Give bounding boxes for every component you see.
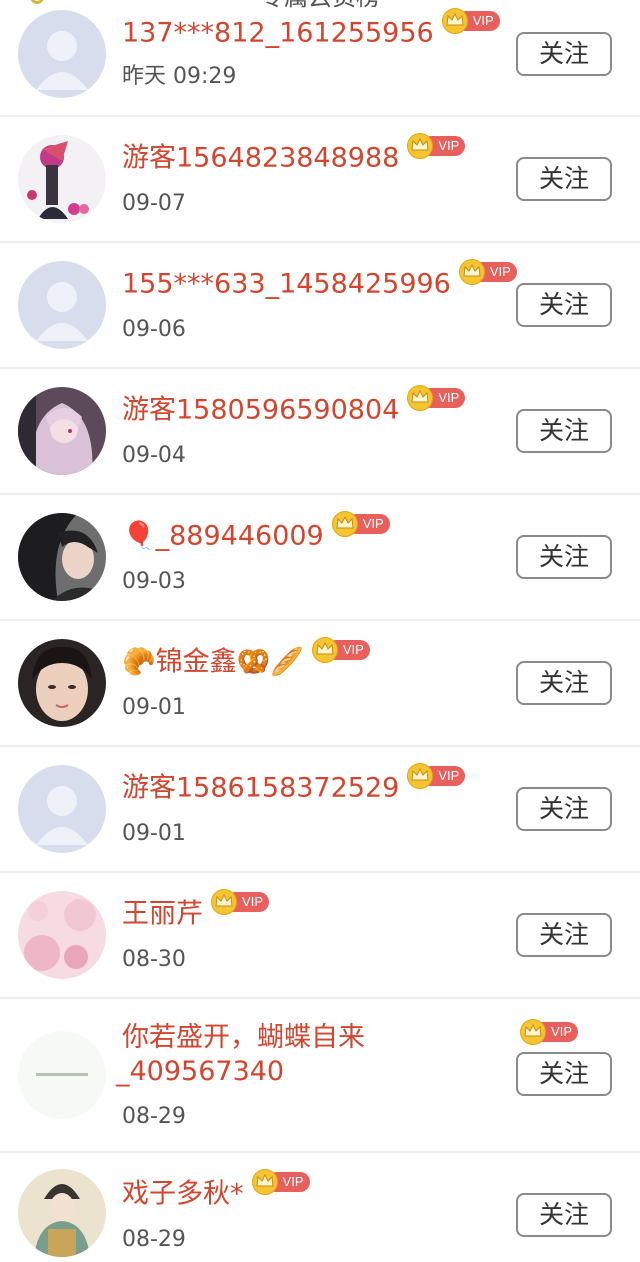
avatar[interactable] — [18, 1169, 106, 1257]
vip-badge: VIP — [520, 1019, 578, 1045]
user-name: 137***812_161255956 VIP — [122, 8, 500, 51]
vip-badge: VIP — [211, 889, 269, 915]
user-name: 戏子多秋* VIP — [122, 1169, 310, 1212]
crown-icon — [520, 1019, 546, 1045]
list-item[interactable]: 🥐锦金鑫🥨🥖 VIP 09-01 关注 — [0, 621, 640, 747]
avatar[interactable] — [18, 261, 106, 349]
date-label: 09-04 — [122, 443, 186, 468]
crown-icon — [211, 889, 237, 915]
crown-icon — [331, 511, 358, 537]
date-label: 09-06 — [122, 317, 186, 342]
avatar[interactable] — [18, 891, 106, 979]
follow-button[interactable]: 关注 — [516, 1052, 612, 1096]
follow-button[interactable]: 关注 — [516, 32, 612, 76]
avatar[interactable] — [18, 765, 106, 853]
vip-badge: VIP — [251, 1169, 310, 1195]
crown-icon — [441, 8, 468, 34]
date-label: 09-01 — [122, 695, 186, 720]
vip-badge: VIP — [441, 8, 500, 34]
date-label: 08-30 — [122, 947, 186, 972]
crown-icon — [251, 1169, 278, 1195]
date-label: 09-03 — [122, 569, 186, 594]
list-item[interactable]: 游客1564823848988 VIP 09-07 关注 — [0, 117, 640, 243]
user-name: 155***633_1458425996 VIP — [122, 259, 517, 302]
follow-button[interactable]: 关注 — [516, 283, 612, 327]
avatar[interactable] — [18, 1031, 106, 1119]
follow-button[interactable]: 关注 — [516, 1193, 612, 1237]
date-label: 09-07 — [122, 191, 186, 216]
date-label: 08-29 — [122, 1104, 186, 1129]
list-item[interactable]: 游客1580596590804 VIP 09-04 关注 — [0, 369, 640, 495]
crown-icon — [458, 259, 485, 285]
avatar[interactable] — [18, 10, 106, 98]
avatar[interactable] — [18, 387, 106, 475]
vip-badge: VIP — [407, 763, 466, 789]
list-item[interactable]: 🎈_889446009 VIP 09-03 关注 — [0, 495, 640, 621]
vip-badge: VIP — [407, 385, 466, 411]
user-name: 游客1564823848988 VIP — [122, 133, 466, 176]
user-name: 游客1580596590804 VIP — [122, 385, 466, 428]
list-item[interactable]: 游客1586158372529 VIP 09-01 关注 — [0, 747, 640, 873]
follow-button[interactable]: 关注 — [516, 409, 612, 453]
avatar[interactable] — [18, 639, 106, 727]
vip-badge: VIP — [331, 511, 390, 537]
avatar[interactable] — [18, 135, 106, 223]
list-item[interactable]: 王丽芹 VIP 08-30 关注 — [0, 873, 640, 999]
follow-button[interactable]: 关注 — [516, 157, 612, 201]
crown-icon — [311, 637, 338, 663]
vip-badge: VIP — [458, 259, 517, 285]
date-label: 08-29 — [122, 1227, 186, 1252]
avatar[interactable] — [18, 513, 106, 601]
user-name: 王丽芹 VIP — [122, 889, 269, 932]
list-item[interactable]: 你若盛开，蝴蝶自来 _409567340 VIP 08-29 关注 — [0, 999, 640, 1153]
user-name: 🥐锦金鑫🥨🥖 VIP — [122, 637, 370, 680]
follow-button[interactable]: 关注 — [516, 787, 612, 831]
date-label: 09-01 — [122, 821, 186, 846]
list-item[interactable]: 155***633_1458425996 VIP 09-06 关注 — [0, 243, 640, 369]
follow-button[interactable]: 关注 — [516, 913, 612, 957]
vip-badge: VIP — [407, 133, 466, 159]
date-label: 昨天 09:29 — [122, 64, 237, 89]
user-name: 你若盛开，蝴蝶自来 _409567340 — [116, 1022, 365, 1087]
list-item[interactable]: 戏子多秋* VIP 08-29 关注 — [0, 1153, 640, 1262]
follow-button[interactable]: 关注 — [516, 535, 612, 579]
user-name: 🎈_889446009 VIP — [122, 511, 390, 554]
vip-badge: VIP — [311, 637, 370, 663]
user-name: 游客1586158372529 VIP — [122, 763, 466, 806]
follow-button[interactable]: 关注 — [516, 661, 612, 705]
list-item[interactable]: 137***812_161255956 VIP 昨天 09:29 关注 — [0, 0, 640, 117]
